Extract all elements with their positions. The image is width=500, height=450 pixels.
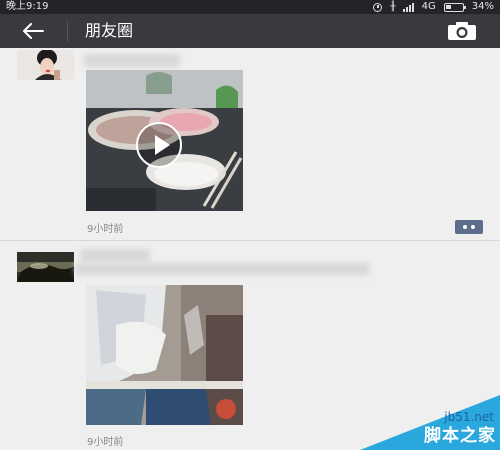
site-watermark: jb51.net 脚本之家	[360, 395, 500, 450]
blurred-post-text	[75, 263, 370, 275]
wechat-moments-screen: 晚上9:19 ╫ 4G 34% 朋友圈 9小时前 9小时前 jb51.net 脚…	[0, 0, 500, 450]
title-divider	[67, 21, 68, 42]
avatar[interactable]	[17, 252, 74, 282]
alarm-icon	[373, 2, 383, 12]
watermark-name: 脚本之家	[424, 426, 496, 446]
blurred-username	[80, 249, 150, 262]
battery-level: 34%	[471, 1, 494, 12]
title-bar: 朋友圈	[0, 14, 500, 48]
status-icons: ╫ 4G 34%	[373, 0, 494, 14]
blurred-username	[84, 54, 180, 67]
avatar-image	[17, 252, 74, 282]
camera-button[interactable]	[446, 20, 478, 42]
vibrate-icon: ╫	[390, 2, 396, 12]
network-type: 4G	[421, 1, 436, 12]
post-image[interactable]	[86, 285, 243, 425]
back-button[interactable]	[14, 18, 48, 44]
arrow-left-icon	[23, 23, 44, 39]
page-title: 朋友圈	[85, 21, 134, 40]
status-bar: 晚上9:19 ╫ 4G 34%	[0, 0, 500, 14]
avatar-image	[17, 50, 74, 80]
battery-icon	[443, 2, 466, 12]
camera-icon	[448, 22, 476, 40]
post-timestamp: 9小时前	[87, 437, 124, 448]
photo-image	[86, 285, 243, 425]
moment-post: 9小时前	[0, 48, 500, 240]
comment-button[interactable]	[455, 220, 483, 234]
video-thumbnail[interactable]	[86, 70, 243, 211]
avatar[interactable]	[17, 50, 74, 80]
play-button[interactable]	[136, 122, 182, 168]
status-time: 晚上9:19	[6, 1, 49, 12]
post-timestamp: 9小时前	[87, 224, 124, 235]
signal-icon	[402, 2, 414, 12]
